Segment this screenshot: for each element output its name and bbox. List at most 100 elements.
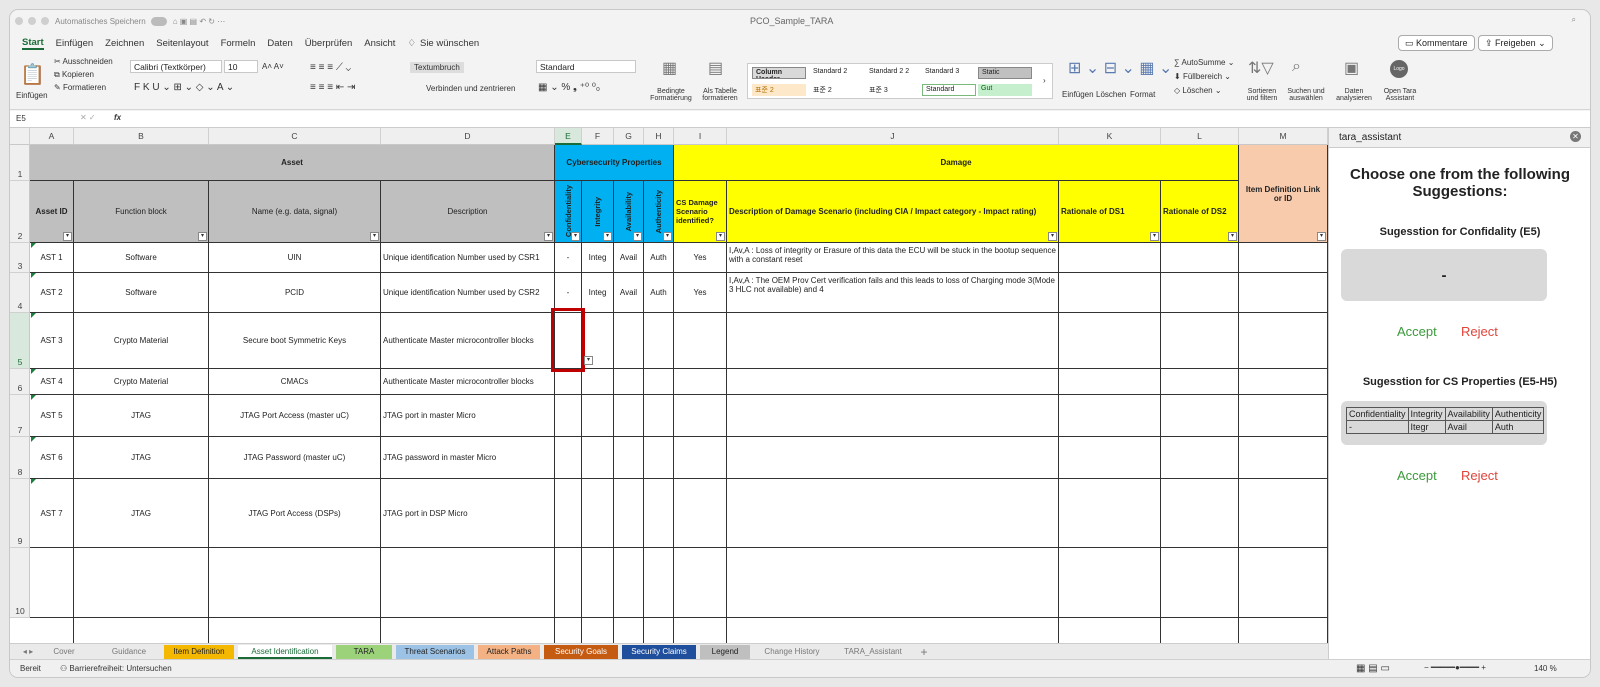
empty-cell[interactable] [30,548,74,618]
format-as-table-icon[interactable]: ▤ [708,58,723,78]
sort-filter-label[interactable]: Sortieren und filtern [1242,88,1282,102]
accept-button-2[interactable]: Accept [1397,468,1437,483]
insert-cells-icon[interactable]: ⊞ ⌄ ⊟ ⌄ ▦ ⌄ [1068,58,1172,78]
empty-cell[interactable] [555,548,582,618]
cell-cs[interactable] [674,369,727,395]
tara-logo-icon[interactable]: Logo [1390,60,1408,78]
zoom-level[interactable]: 140 % [1534,664,1557,673]
sheet-tab-security-goals[interactable]: Security Goals [544,645,618,659]
empty-cell[interactable] [1239,618,1328,643]
style-standard-2[interactable]: Standard 2 [810,67,864,79]
row-header-9[interactable]: 9 [10,479,30,548]
empty-cell[interactable] [1059,479,1161,548]
filter-dropdown-icon[interactable]: ▾ [1228,232,1237,241]
cell-i[interactable] [582,437,614,479]
cell-cs[interactable] [674,395,727,437]
delete-cells-label[interactable]: Löschen [1096,90,1126,99]
sheet-tab-change-history[interactable]: Change History [754,645,830,659]
cancel-confirm-icons[interactable]: ✕ ✓ [80,113,96,122]
cell-name[interactable]: JTAG Password (master uC) [209,437,381,479]
empty-cell[interactable] [1059,395,1161,437]
empty-cell[interactable] [1239,313,1328,369]
empty-cell[interactable] [644,618,674,643]
row-header-3[interactable]: 3 [10,243,30,273]
column-header-k[interactable]: K [1059,128,1161,145]
cell-au[interactable]: Auth [644,273,674,313]
row-header-1[interactable]: 1 [10,145,30,181]
cell-fb[interactable]: Software [74,273,209,313]
filter-dropdown-icon[interactable]: ▾ [198,232,207,241]
style-standard[interactable]: Standard [922,84,976,96]
tab-review[interactable]: Überprüfen [305,38,353,49]
sheet-tab-legend[interactable]: Legend [700,645,750,659]
column-header-d[interactable]: D [381,128,555,145]
number-format-select[interactable]: Standard [536,60,636,73]
row-header-6[interactable]: 6 [10,369,30,395]
cell-c[interactable] [555,437,582,479]
font-grow-icon[interactable]: A˄ A˅ [262,62,284,71]
cell-c[interactable]: - [555,273,582,313]
column-header-h[interactable]: H [644,128,674,145]
filter-dropdown-icon[interactable]: ▾ [1150,232,1159,241]
empty-cell[interactable] [674,548,727,618]
analyze-data-icon[interactable]: ▣ [1344,58,1359,78]
sheet-tab-item-definition[interactable]: Item Definition [164,645,234,659]
column-header-e[interactable]: E [555,128,582,145]
empty-cell[interactable] [614,548,644,618]
row-header-8[interactable]: 8 [10,437,30,479]
empty-cell[interactable] [1161,548,1239,618]
column-header-g[interactable]: G [614,128,644,145]
zoom-dot[interactable] [41,17,49,25]
analyze-data-label[interactable]: Daten analysieren [1334,88,1374,102]
cell-au[interactable] [644,369,674,395]
autosave-toggle[interactable] [150,16,167,26]
empty-cell[interactable] [727,618,1059,643]
select-all-corner[interactable] [10,128,30,145]
cell-c[interactable] [555,395,582,437]
font-family-select[interactable]: Calibri (Textkörper) [130,60,222,73]
cell-c[interactable] [555,369,582,395]
cell-i[interactable]: Integ [582,273,614,313]
cell-fb[interactable]: JTAG [74,395,209,437]
column-header-i[interactable]: I [674,128,727,145]
cell-au[interactable] [644,437,674,479]
insert-cells-label[interactable]: Einfügen [1062,90,1094,99]
tell-me-search[interactable]: Sie wünschen [420,38,479,49]
empty-cell[interactable] [1059,273,1161,313]
cell-id[interactable]: AST 4 [30,369,74,395]
empty-cell[interactable] [1161,618,1239,643]
clear-button[interactable]: ◇ Löschen ⌄ [1174,86,1222,95]
column-header-b[interactable]: B [74,128,209,145]
sheet-tab-tara-assistant[interactable]: TARA_Assistant [834,645,912,659]
rationale-ds1-header[interactable]: Rationale of DS1 [1059,181,1161,243]
empty-cell[interactable] [644,548,674,618]
cell-i[interactable] [582,369,614,395]
empty-cell[interactable] [381,548,555,618]
sheet-tab-threat-scenarios[interactable]: Threat Scenarios [396,645,474,659]
style-korean-2[interactable]: 표준 2 [810,84,864,96]
cell-fb[interactable]: JTAG [74,437,209,479]
filter-dropdown-icon[interactable]: ▾ [63,232,72,241]
cell-a[interactable] [614,479,644,548]
cell-name[interactable]: PCID [209,273,381,313]
find-select-label[interactable]: Suchen und auswählen [1286,88,1326,102]
tab-page-layout[interactable]: Seitenlayout [156,38,208,49]
sort-filter-icon[interactable]: ⇅▽ [1248,58,1274,78]
name-header[interactable]: Name (e.g. data, signal) [209,181,381,243]
empty-cell[interactable] [1059,618,1161,643]
cell-desc[interactable]: JTAG password in master Micro [381,437,555,479]
empty-cell[interactable] [1239,243,1328,273]
cell-a[interactable] [614,395,644,437]
empty-cell[interactable] [1161,273,1239,313]
cell-id[interactable]: AST 5 [30,395,74,437]
align-center-icons[interactable]: ≡ ≡ ≡ ⇤ ⇥ [310,82,355,93]
empty-cell[interactable] [1239,548,1328,618]
cell-name[interactable]: JTAG Port Access (master uC) [209,395,381,437]
paste-label[interactable]: Einfügen [16,91,48,100]
empty-cell[interactable] [1059,369,1161,395]
cyber-group-header[interactable]: Cybersecurity Properties [555,145,674,181]
number-format-icons[interactable]: ▦ ⌄ % ❟ ⁺⁰ ⁰₀ [538,82,600,93]
filter-dropdown-icon[interactable]: ▾ [1048,232,1057,241]
cell-name[interactable]: Secure boot Symmetric Keys [209,313,381,369]
filter-dropdown-icon[interactable]: ▾ [571,232,580,241]
